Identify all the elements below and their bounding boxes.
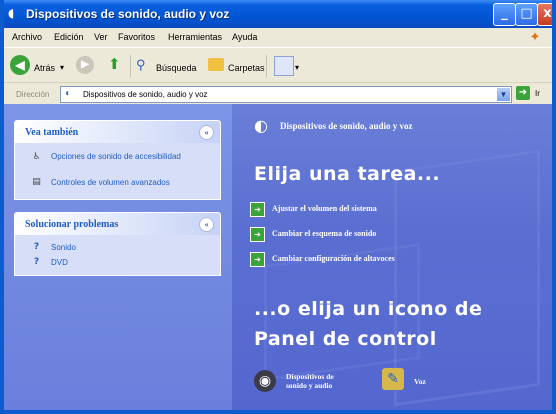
speaker-icon: ◐: [254, 116, 268, 135]
toolbar-separator: [130, 55, 131, 77]
speech-item[interactable]: ✎ Voz: [382, 368, 442, 394]
troubleshoot-panel: Solucionar problemas « ? Sonido ? DVD: [14, 212, 221, 276]
go-arrow-icon[interactable]: ➜: [516, 86, 530, 100]
address-field[interactable]: ◖ Dispositivos de sonido, audio y voz ▼: [60, 86, 512, 103]
maximize-button[interactable]: □: [515, 3, 538, 26]
sound-devices-line1: Dispositivos de: [286, 372, 334, 381]
sound-devices-item[interactable]: ◉ Dispositivos de sonido y audio: [254, 370, 364, 396]
window-title: Dispositivos de sonido, audio y voz: [26, 7, 230, 21]
menu-ver[interactable]: Ver: [94, 32, 108, 42]
back-button[interactable]: Atrás: [34, 63, 55, 73]
collapse-icon[interactable]: «: [199, 217, 214, 232]
category-title: Dispositivos de sonido, audio y voz: [280, 121, 413, 131]
chevron-down-icon[interactable]: ▼: [497, 88, 510, 101]
collapse-icon[interactable]: «: [199, 125, 214, 140]
task-pane: Vea también « ♿ Opciones de sonido de ac…: [4, 104, 232, 410]
link-dvd[interactable]: DVD: [51, 258, 68, 267]
task-arrow-icon: ➜: [250, 202, 265, 217]
views-dropdown-icon[interactable]: ▾: [295, 63, 299, 72]
help-icon: ?: [33, 257, 40, 267]
search-icon: ⚲: [136, 57, 146, 72]
window-border-right: [552, 0, 556, 414]
link-advanced-volume[interactable]: Controles de volumen avanzados: [51, 178, 170, 187]
views-icon[interactable]: [274, 56, 294, 76]
window-border-left: [0, 0, 4, 414]
folders-button[interactable]: Carpetas: [228, 63, 265, 73]
menu-archivo[interactable]: Archivo: [12, 32, 42, 42]
windows-logo-icon: ✦: [529, 29, 541, 44]
task-label[interactable]: Ajustar el volumen del sistema: [272, 204, 377, 213]
see-also-header[interactable]: Vea también «: [15, 121, 220, 143]
speech-icon: ✎: [382, 368, 404, 390]
up-folder-icon[interactable]: ⬆: [108, 57, 124, 73]
search-button[interactable]: Búsqueda: [156, 63, 197, 73]
toolbar-separator: [266, 55, 267, 77]
menu-edicion[interactable]: Edición: [54, 32, 84, 42]
pick-task-heading: Elija una tarea...: [254, 163, 441, 185]
back-arrow-icon[interactable]: ◀: [10, 55, 30, 75]
pick-icon-heading-line2: Panel de control: [254, 328, 437, 350]
task-label[interactable]: Cambiar configuración de altavoces: [272, 254, 395, 263]
menu-favoritos[interactable]: Favoritos: [118, 32, 155, 42]
speaker-icon: ◉: [254, 370, 276, 392]
speaker-icon: ◖: [64, 88, 71, 99]
toolbar: ◀ Atrás ▾ ▶ ⬆ ⚲ Búsqueda Carpetas ▾: [4, 47, 552, 83]
speech-label: Voz: [414, 377, 426, 386]
address-bar: Dirección ◖ Dispositivos de sonido, audi…: [4, 82, 552, 105]
accessibility-icon: ♿: [32, 152, 41, 162]
link-accessibility-sound[interactable]: Opciones de sonido de accesibilidad: [51, 152, 201, 162]
go-button[interactable]: Ir: [535, 89, 540, 98]
troubleshoot-title: Solucionar problemas: [25, 219, 119, 230]
task-label[interactable]: Cambiar el esquema de sonido: [272, 229, 376, 238]
menu-bar: Archivo Edición Ver Favoritos Herramient…: [4, 28, 552, 47]
see-also-panel: Vea también « ♿ Opciones de sonido de ac…: [14, 120, 221, 200]
window-border-bottom: [0, 410, 556, 414]
minimize-button[interactable]: _: [493, 3, 516, 26]
link-sound[interactable]: Sonido: [51, 243, 76, 252]
menu-ayuda[interactable]: Ayuda: [232, 32, 257, 42]
title-bar[interactable]: ◖ Dispositivos de sonido, audio y voz _ …: [0, 0, 556, 28]
see-also-title: Vea también: [25, 127, 79, 138]
menu-herramientas[interactable]: Herramientas: [168, 32, 222, 42]
troubleshoot-header[interactable]: Solucionar problemas «: [15, 213, 220, 235]
help-icon: ?: [33, 242, 40, 252]
task-arrow-icon: ➜: [250, 252, 265, 267]
address-label: Dirección: [16, 90, 50, 99]
folder-icon: [208, 58, 224, 71]
speaker-icon: ◖: [8, 6, 15, 20]
volume-control-icon: ▤: [32, 177, 41, 187]
content-area: Vea también « ♿ Opciones de sonido de ac…: [4, 104, 552, 410]
forward-arrow-icon[interactable]: ▶: [76, 56, 94, 74]
back-dropdown-icon[interactable]: ▾: [60, 63, 64, 72]
pick-icon-heading-line1: ...o elija un icono de: [254, 298, 483, 320]
task-arrow-icon: ➜: [250, 227, 265, 242]
window: ◖ Dispositivos de sonido, audio y voz _ …: [0, 0, 556, 414]
sound-devices-line2: sonido y audio: [286, 381, 333, 390]
address-value: Dispositivos de sonido, audio y voz: [83, 90, 208, 99]
